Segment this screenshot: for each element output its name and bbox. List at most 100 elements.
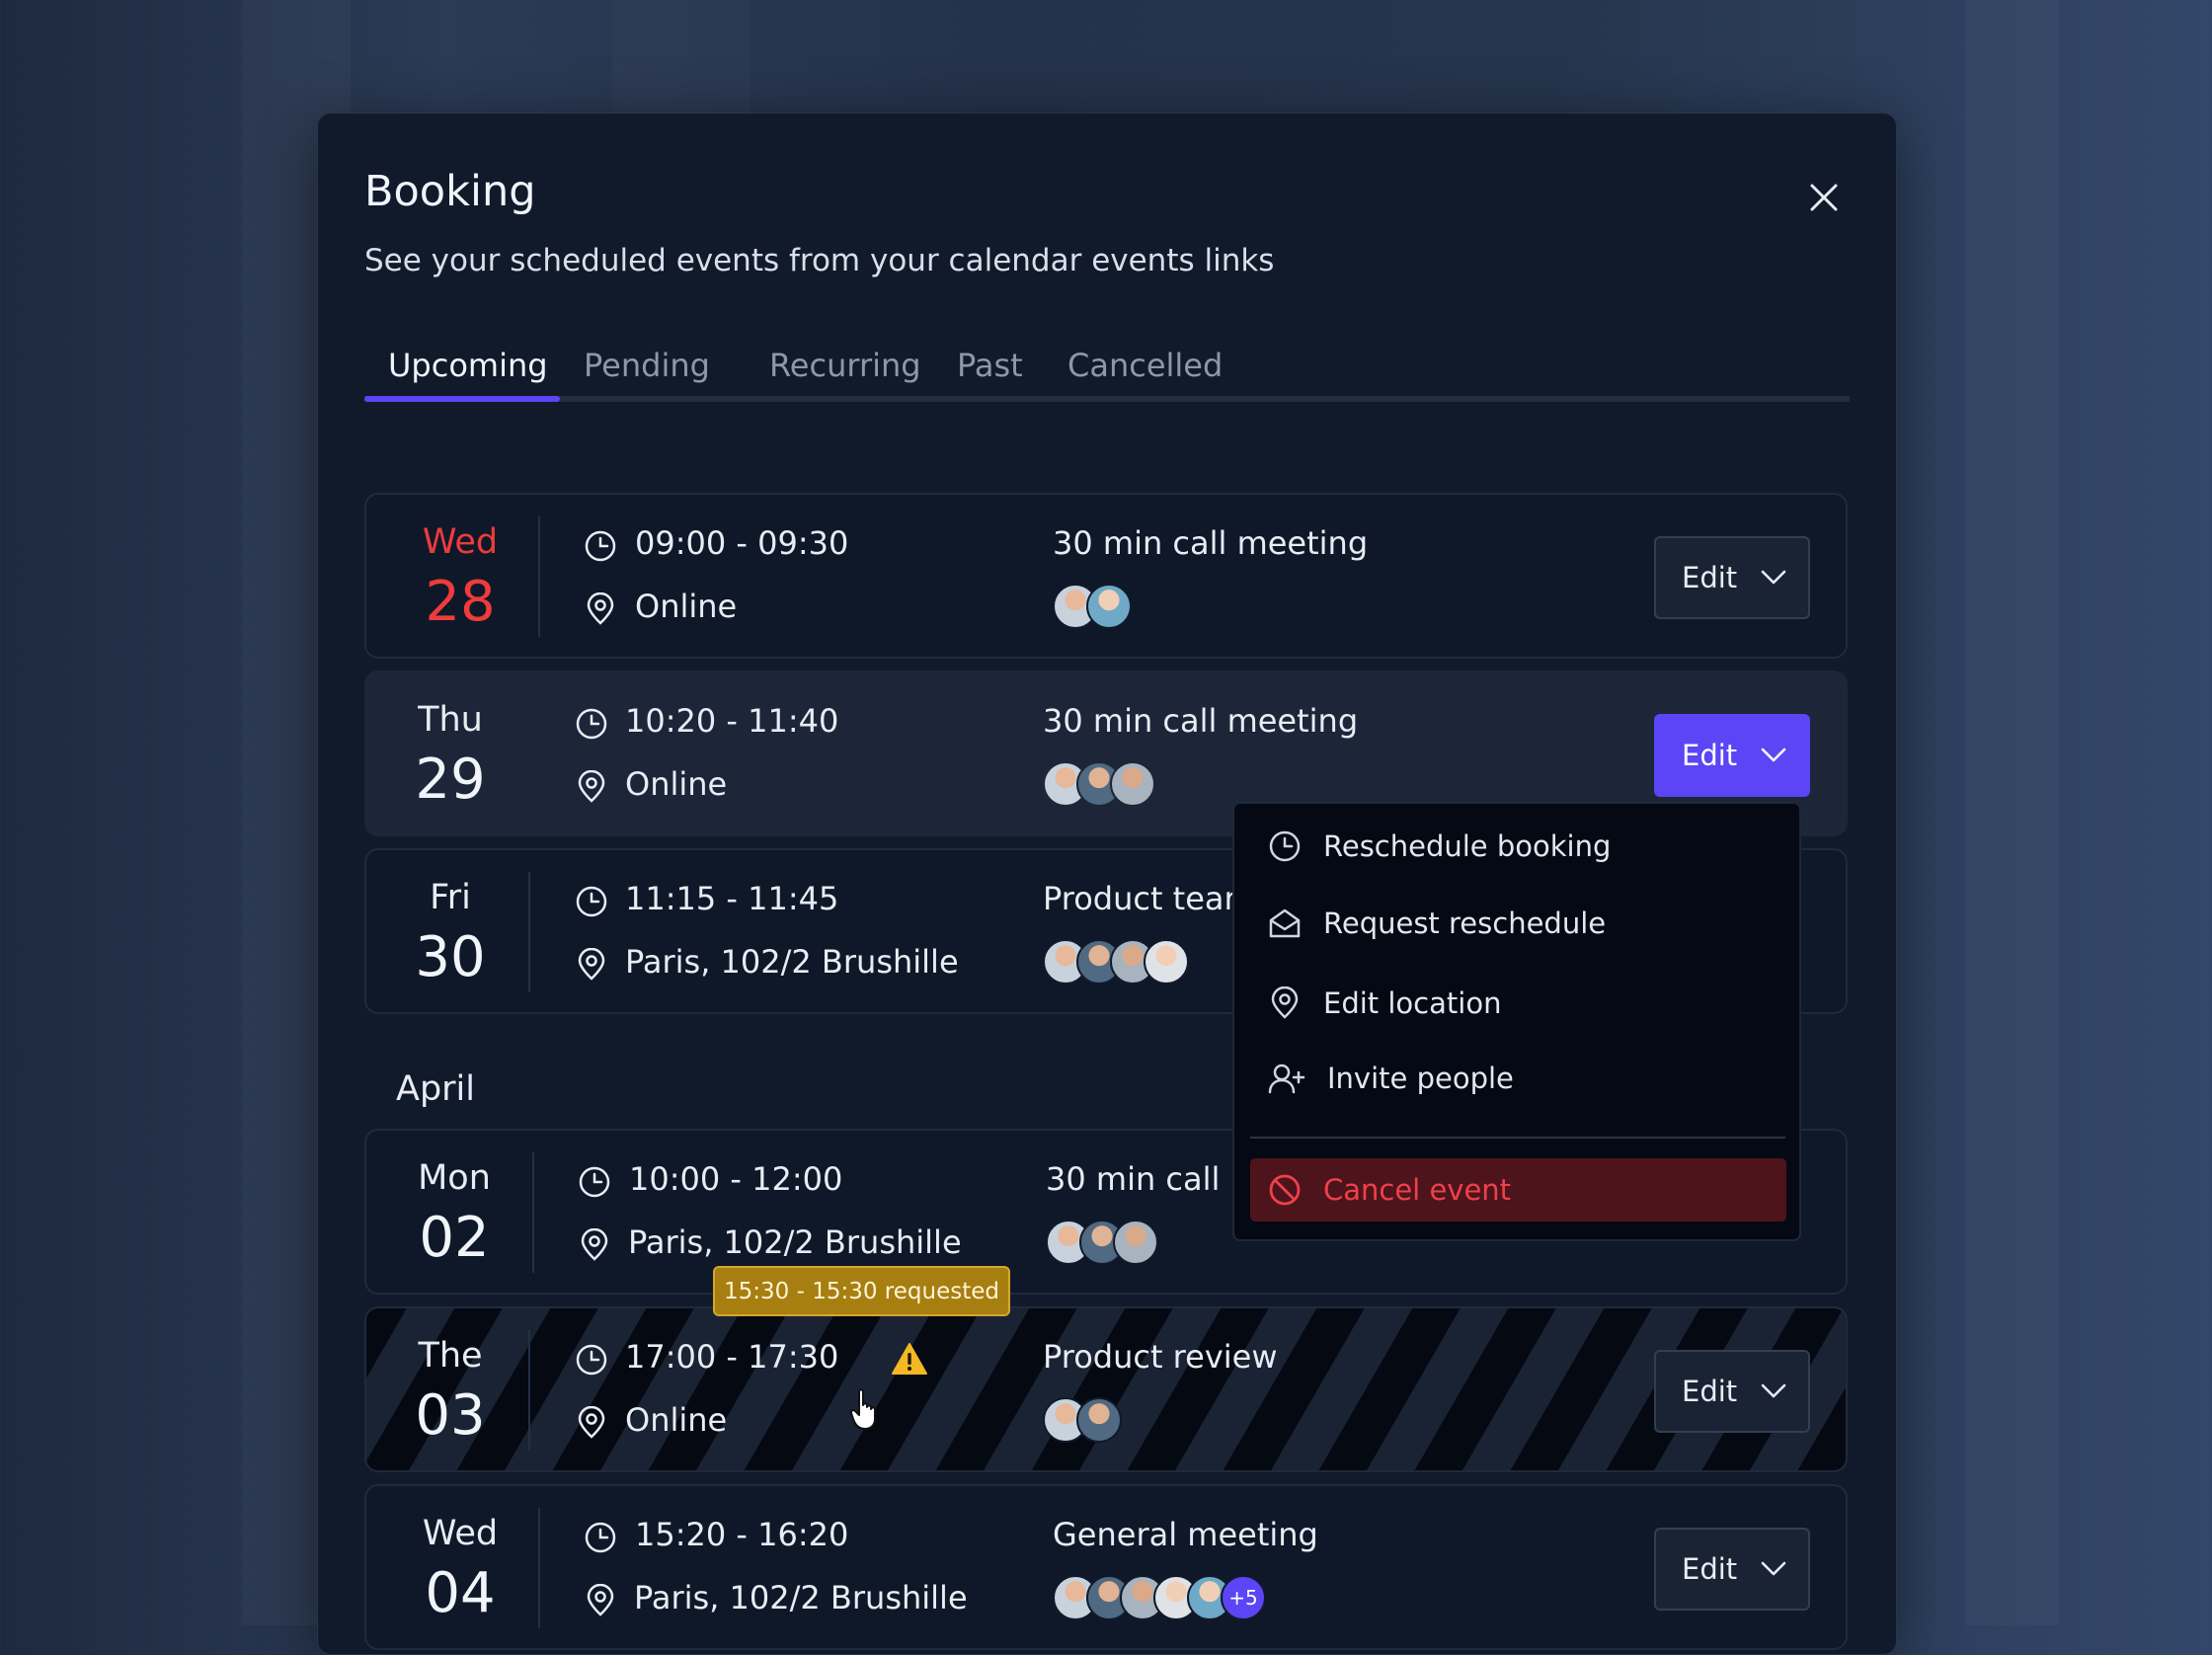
booking-time: 11:15 - 11:45 (625, 880, 839, 917)
edit-label: Edit (1682, 1375, 1738, 1408)
clock-icon (585, 1522, 616, 1553)
clock-icon (576, 886, 607, 917)
attendee-avatars (1043, 939, 1189, 985)
day-number: 29 (415, 748, 486, 812)
day-number: 04 (425, 1561, 496, 1625)
event-title: 30 min call meeting (1053, 524, 1369, 562)
booking-location: Paris, 102/2 Brushille (634, 1579, 968, 1616)
edit-dropdown-menu: Reschedule booking Request reschedule Ed… (1232, 802, 1801, 1241)
booking-location: Online (635, 588, 738, 625)
tab-past[interactable]: Past (957, 347, 1023, 384)
menu-item-label: Edit location (1323, 986, 1502, 1020)
booking-location: Online (625, 1401, 728, 1439)
avatar (1110, 761, 1155, 807)
day-of-week: Mon (418, 1158, 491, 1198)
attendee-avatars (1043, 761, 1155, 807)
edit-label: Edit (1682, 739, 1738, 772)
active-tab-indicator (364, 396, 560, 402)
close-icon (1810, 184, 1838, 211)
divider (528, 872, 530, 992)
menu-item-label: Request reschedule (1323, 906, 1607, 940)
close-button[interactable] (1798, 172, 1850, 223)
edit-button[interactable]: Edit (1654, 1528, 1810, 1611)
tab-pending[interactable]: Pending (584, 347, 710, 384)
booking-time: 10:20 - 11:40 (625, 702, 839, 740)
tab-recurring[interactable]: Recurring (769, 347, 921, 384)
menu-item-label: Cancel event (1323, 1173, 1512, 1207)
more-attendees-badge[interactable]: +5 (1221, 1575, 1266, 1620)
reschedule-request-tooltip: 15:30 - 15:30 requested (713, 1266, 1010, 1316)
chevron-down-icon (1761, 748, 1786, 762)
tab-cancelled[interactable]: Cancelled (1067, 347, 1223, 384)
chevron-down-icon (1761, 1383, 1786, 1398)
ban-icon (1269, 1174, 1301, 1206)
chevron-down-icon (1761, 1561, 1786, 1576)
tab-bar: Upcoming Pending Recurring Past Cancelle… (364, 347, 1850, 402)
clock-icon (1269, 830, 1301, 862)
attendee-avatars: +5 (1053, 1575, 1266, 1620)
clock-icon (579, 1166, 610, 1198)
edit-label: Edit (1682, 561, 1738, 594)
day-of-week: Fri (430, 878, 471, 917)
avatar (1076, 1397, 1122, 1443)
booking-location: Online (625, 765, 728, 803)
divider (528, 1330, 530, 1451)
user-plus-icon (1268, 1064, 1305, 1094)
menu-divider (1250, 1137, 1785, 1139)
location-pin-icon (581, 1228, 608, 1261)
day-number: 30 (415, 925, 486, 989)
location-pin-icon (578, 1406, 605, 1439)
day-of-week: The (418, 1336, 483, 1376)
modal-title: Booking (364, 167, 536, 216)
chevron-down-icon (1761, 570, 1786, 585)
location-pin-icon (587, 592, 614, 625)
day-of-week: Thu (418, 700, 483, 740)
event-title: 30 min call r (1046, 1160, 1243, 1198)
edit-button[interactable]: Edit (1654, 536, 1810, 619)
edit-label: Edit (1682, 1552, 1738, 1586)
warning-icon[interactable] (891, 1342, 928, 1376)
month-heading: April (396, 1069, 475, 1109)
hand-pointer-icon (849, 1388, 876, 1430)
clock-icon (585, 530, 616, 562)
modal-subtitle: See your scheduled events from your cale… (364, 243, 1275, 278)
booking-card-pending-change[interactable]: The 03 17:00 - 17:30 Online Product revi… (364, 1306, 1848, 1472)
clock-icon (576, 708, 607, 740)
attendee-avatars (1046, 1220, 1158, 1265)
menu-item-request-reschedule[interactable]: Request reschedule (1268, 906, 1606, 940)
booking-time: 09:00 - 09:30 (635, 524, 849, 562)
edit-button[interactable]: Edit (1654, 1350, 1810, 1433)
location-pin-icon (578, 770, 605, 803)
booking-location: Paris, 102/2 Brushille (628, 1223, 962, 1261)
attendee-avatars (1053, 584, 1132, 629)
day-number: 03 (415, 1383, 486, 1448)
booking-location: Paris, 102/2 Brushille (625, 943, 959, 981)
day-of-week: Wed (422, 1514, 499, 1553)
tab-upcoming[interactable]: Upcoming (388, 347, 548, 384)
attendee-avatars (1043, 1397, 1122, 1443)
day-number: 28 (425, 570, 496, 634)
avatar (1113, 1220, 1158, 1265)
clock-icon (576, 1344, 607, 1376)
avatar (1144, 939, 1189, 985)
envelope-open-icon (1269, 908, 1301, 938)
location-pin-icon (578, 948, 605, 981)
day-number: 02 (419, 1206, 490, 1270)
booking-time: 10:00 - 12:00 (629, 1160, 843, 1198)
avatar (1086, 584, 1132, 629)
menu-item-cancel-event[interactable]: Cancel event (1250, 1158, 1786, 1222)
event-title: 30 min call meeting (1043, 702, 1359, 740)
menu-item-reschedule-booking[interactable]: Reschedule booking (1268, 829, 1611, 863)
event-title: Product review (1043, 1338, 1278, 1376)
booking-time: 17:00 - 17:30 (625, 1338, 839, 1376)
menu-item-label: Reschedule booking (1323, 829, 1612, 863)
location-pin-icon (1271, 986, 1299, 1019)
booking-card[interactable]: Wed 28 09:00 - 09:30 Online 30 min call … (364, 493, 1848, 659)
divider (538, 516, 540, 637)
menu-item-edit-location[interactable]: Edit location (1268, 986, 1501, 1020)
menu-item-invite-people[interactable]: Invite people (1268, 1062, 1514, 1095)
divider (538, 1508, 540, 1628)
edit-button-open[interactable]: Edit (1654, 714, 1810, 797)
event-title: Product tear (1043, 880, 1237, 917)
day-of-week: Wed (422, 522, 499, 562)
